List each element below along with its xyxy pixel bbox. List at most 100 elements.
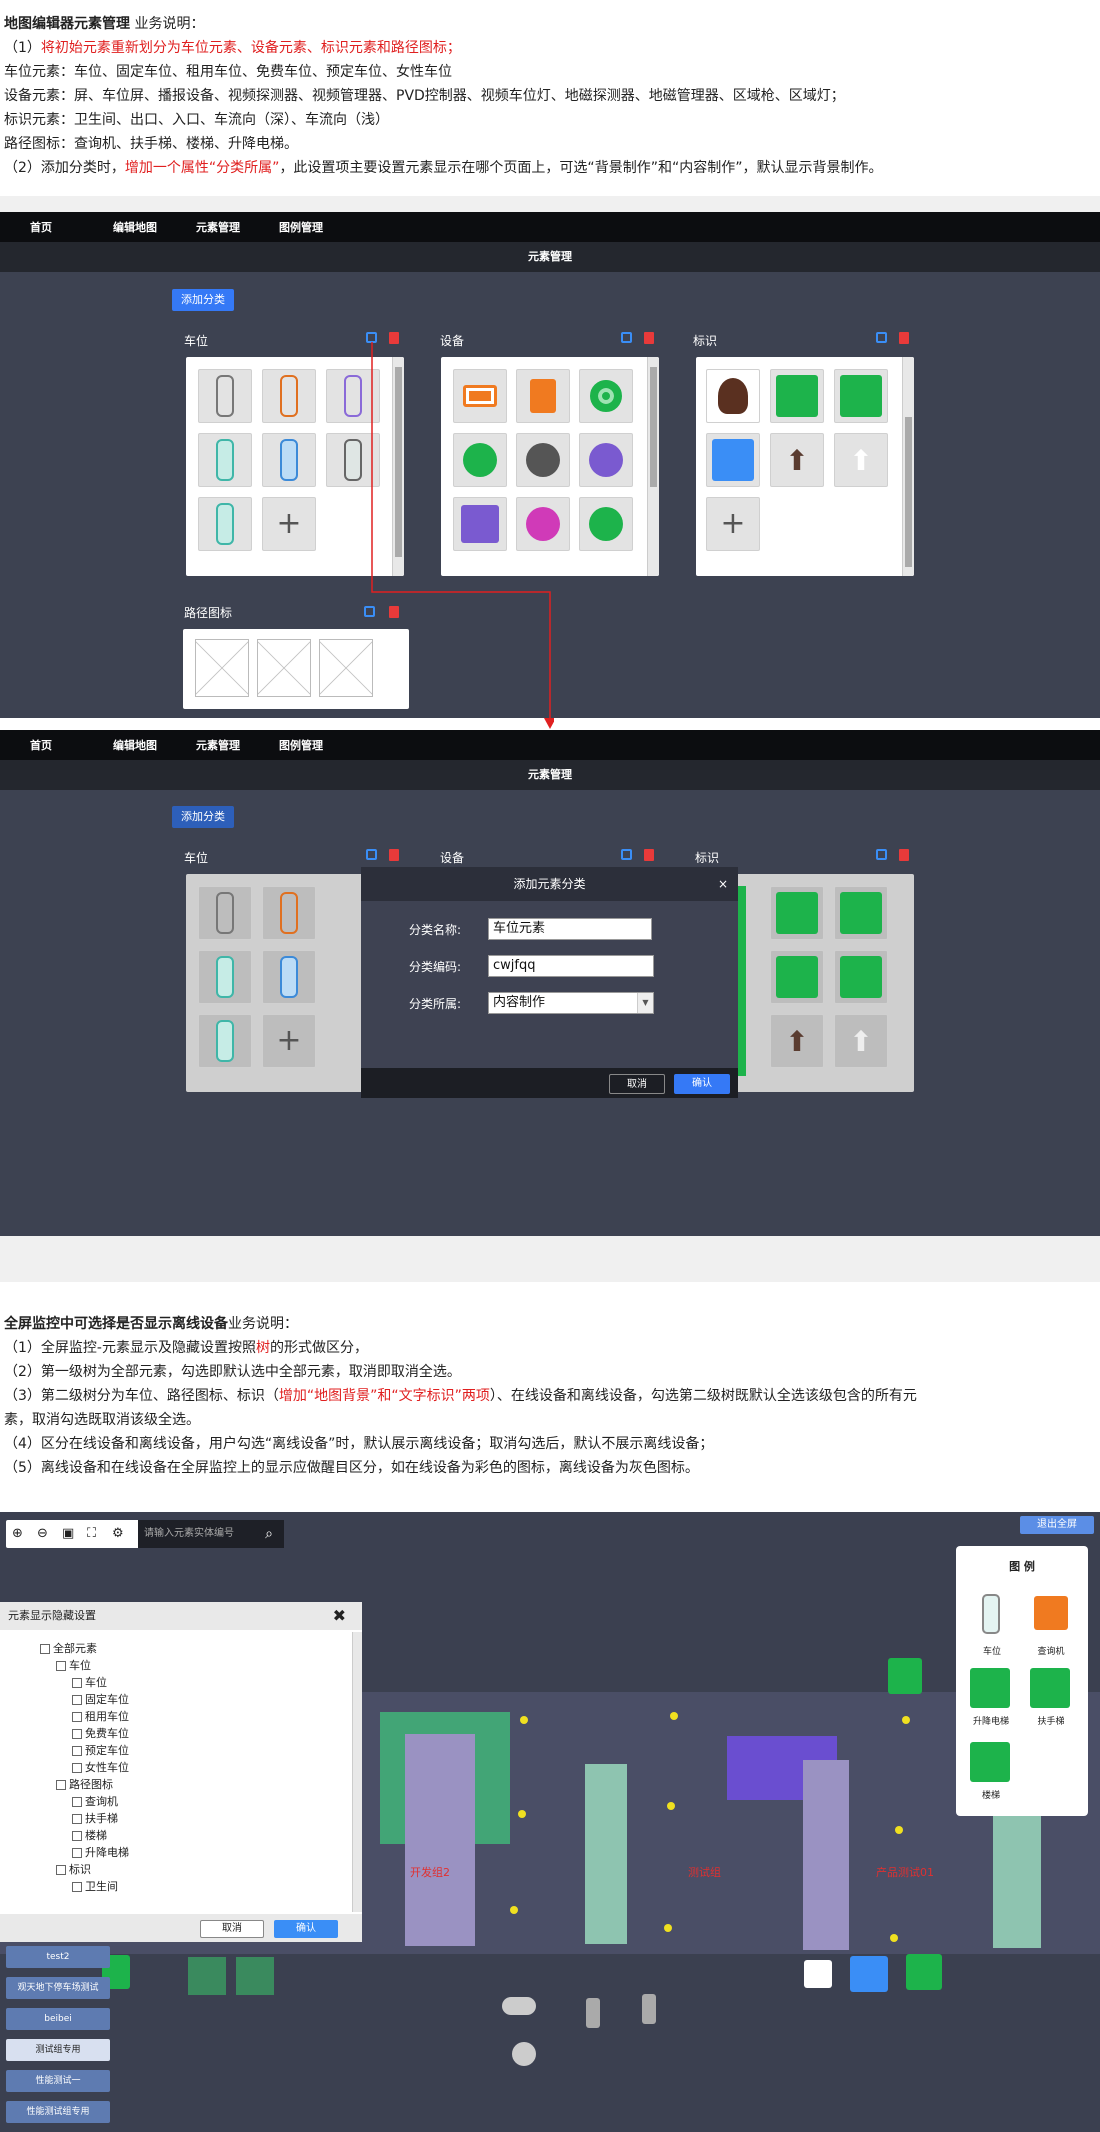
parking-tile-free[interactable]	[198, 433, 252, 487]
map-block[interactable]	[188, 1957, 226, 1995]
sign-tile-entrance[interactable]	[834, 950, 888, 1004]
tree-node[interactable]: 固定车位	[40, 1691, 129, 1708]
tree-node[interactable]: 楼梯	[40, 1827, 129, 1844]
checkbox[interactable]	[56, 1780, 66, 1790]
parking-tile-7[interactable]	[198, 497, 252, 551]
scrollbar[interactable]	[352, 1632, 362, 1912]
floor-button[interactable]: beibei	[6, 2008, 110, 2030]
nav-home[interactable]: 首页	[30, 219, 113, 235]
nav-element-mgmt[interactable]: 元素管理	[196, 219, 279, 235]
gear-icon[interactable]: ⚙	[112, 1526, 124, 1541]
name-field[interactable]: 车位元素	[488, 918, 652, 940]
avatar-icon[interactable]	[804, 1960, 832, 1988]
nav-legend-mgmt[interactable]: 图例管理	[279, 219, 362, 235]
scrollbar[interactable]	[647, 357, 659, 576]
map-zone-lavender-2[interactable]	[803, 1760, 849, 1950]
parking-tile-fixed[interactable]	[262, 886, 316, 940]
sign-tile-escalator[interactable]	[770, 886, 824, 940]
nav-edit-map[interactable]: 编辑地图	[113, 219, 196, 235]
close-icon[interactable]: ×	[718, 867, 728, 901]
floor-button[interactable]: 性能测试一	[6, 2070, 110, 2092]
device-dot[interactable]	[895, 1826, 903, 1834]
nav-element-mgmt[interactable]: 元素管理	[196, 737, 279, 753]
zoom-out-icon[interactable]: ⊖	[37, 1526, 48, 1541]
sign-tile-avatar[interactable]	[706, 369, 760, 423]
tree-node[interactable]: 卫生间	[40, 1878, 129, 1895]
parking-tile-7[interactable]	[198, 1014, 252, 1068]
code-field[interactable]: cwjfqq	[488, 955, 654, 977]
checkbox[interactable]	[72, 1848, 82, 1858]
tree-node[interactable]: 预定车位	[40, 1742, 129, 1759]
tree-node[interactable]: 扶手梯	[40, 1810, 129, 1827]
device-dot[interactable]	[664, 1924, 672, 1932]
sign-tile-entrance[interactable]	[834, 369, 888, 423]
edit-icon[interactable]	[876, 849, 887, 860]
checkbox[interactable]	[72, 1746, 82, 1756]
floor-button[interactable]: test2	[6, 1946, 110, 1968]
image-placeholder-icon[interactable]	[195, 639, 249, 697]
zoom-in-icon[interactable]: ⊕	[12, 1526, 23, 1541]
sign-tile-flow-light[interactable]: ⬆	[834, 1014, 888, 1068]
sign-tile-elevator[interactable]	[834, 886, 888, 940]
tree-node[interactable]: 租用车位	[40, 1708, 129, 1725]
image-placeholder-icon[interactable]	[319, 639, 373, 697]
device-dot[interactable]	[510, 1906, 518, 1914]
scrollbar[interactable]	[902, 357, 914, 576]
confirm-button[interactable]: 确认	[274, 1920, 338, 1938]
offline-device-icon[interactable]	[586, 1998, 600, 2028]
edit-icon[interactable]	[876, 332, 887, 343]
checkbox[interactable]	[72, 1882, 82, 1892]
sign-tile-flow-dark[interactable]: ⬆	[770, 1014, 824, 1068]
search-input[interactable]: 请输入元素实体编号	[138, 1520, 254, 1548]
floor-button[interactable]: 观天地下停车场测试	[6, 1977, 110, 1999]
edit-icon[interactable]	[621, 849, 632, 860]
device-tile-broadcast[interactable]	[579, 369, 633, 423]
sign-tile-exit[interactable]	[770, 950, 824, 1004]
offline-device-icon[interactable]	[502, 1997, 536, 2015]
checkbox[interactable]	[72, 1695, 82, 1705]
exit-sign-icon[interactable]	[888, 1658, 922, 1694]
checkbox[interactable]	[72, 1814, 82, 1824]
parking-tile-free[interactable]	[198, 950, 252, 1004]
fullscreen-icon[interactable]: ⛶	[87, 1526, 96, 1541]
checkbox[interactable]	[72, 1729, 82, 1739]
tree-node[interactable]: 全部元素	[40, 1640, 129, 1657]
fit-icon[interactable]: ▣	[62, 1526, 74, 1541]
map-zone-lavender[interactable]	[405, 1734, 475, 1946]
device-tile-pvd[interactable]	[579, 433, 633, 487]
scrollbar-thumb[interactable]	[650, 367, 657, 487]
tree-node[interactable]: 查询机	[40, 1793, 129, 1810]
device-dot[interactable]	[890, 1934, 898, 1942]
parking-tile[interactable]	[198, 886, 252, 940]
device-tile-magnetic[interactable]	[579, 497, 633, 551]
cancel-button[interactable]: 取消	[200, 1920, 264, 1938]
belong-select[interactable]: 内容制作 ▼	[488, 992, 654, 1014]
edit-icon[interactable]	[621, 332, 632, 343]
nav-legend-mgmt[interactable]: 图例管理	[279, 737, 362, 753]
parking-tile-reserved[interactable]	[262, 950, 316, 1004]
delete-icon[interactable]	[899, 849, 909, 861]
offline-device-icon[interactable]	[512, 2042, 536, 2066]
tree-node[interactable]: 路径图标	[40, 1776, 129, 1793]
device-dot[interactable]	[670, 1712, 678, 1720]
checkbox[interactable]	[72, 1712, 82, 1722]
tree-node[interactable]: 车位	[40, 1657, 129, 1674]
device-dot[interactable]	[518, 1810, 526, 1818]
add-element-tile[interactable]: +	[706, 497, 760, 551]
exit-sign-icon[interactable]	[906, 1954, 942, 1990]
tree-node[interactable]: 车位	[40, 1674, 129, 1691]
parking-tile[interactable]	[198, 369, 252, 423]
edit-icon[interactable]	[366, 849, 377, 860]
image-placeholder-icon[interactable]	[257, 639, 311, 697]
floor-button-active[interactable]: 测试组专用	[6, 2039, 110, 2061]
floor-button[interactable]: 性能测试组专用	[6, 2101, 110, 2123]
toilet-sign-icon[interactable]	[850, 1956, 888, 1992]
close-icon[interactable]: ✖	[333, 1606, 346, 1625]
add-element-tile[interactable]: +	[262, 1014, 316, 1068]
nav-edit-map[interactable]: 编辑地图	[113, 737, 196, 753]
cancel-button[interactable]: 取消	[609, 1074, 665, 1094]
add-category-button[interactable]: 添加分类	[172, 289, 234, 311]
delete-icon[interactable]	[389, 849, 399, 861]
search-icon[interactable]: ⌕	[254, 1520, 284, 1548]
sign-tile-toilet[interactable]	[706, 433, 760, 487]
